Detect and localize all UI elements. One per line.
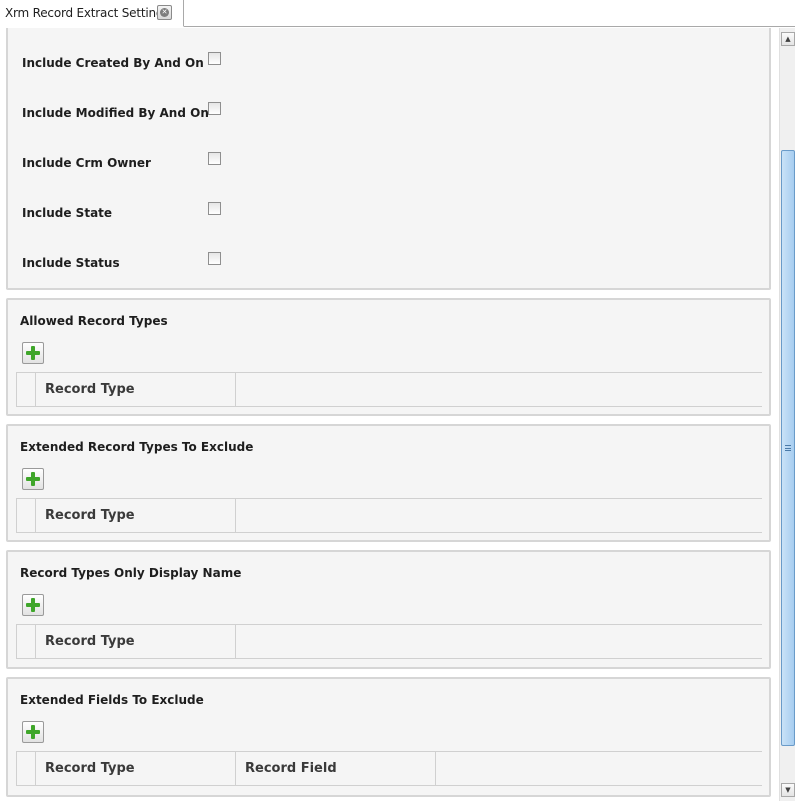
section-title: Record Types Only Display Name xyxy=(20,566,242,580)
record-types-grid-header: Record Type xyxy=(16,498,762,533)
column-header-record-type[interactable]: Record Type xyxy=(36,625,236,658)
tab-title: Xrm Record Extract Settings xyxy=(5,6,170,20)
row-selector-header[interactable] xyxy=(16,373,36,406)
include-status-checkbox[interactable] xyxy=(208,252,221,265)
close-icon[interactable]: ✕ xyxy=(157,5,172,20)
plus-icon xyxy=(26,346,40,360)
extended-record-types-to-exclude-section: Extended Record Types To Exclude Record … xyxy=(6,424,771,542)
plus-icon xyxy=(26,598,40,612)
add-display-name-record-type-button[interactable] xyxy=(22,594,44,616)
include-crm-owner-checkbox[interactable] xyxy=(208,152,221,165)
option-label: Include Modified By And On xyxy=(22,106,209,120)
row-selector-header[interactable] xyxy=(16,499,36,532)
option-include-created-by-and-on: Include Created By And On xyxy=(22,52,322,76)
column-header-record-type[interactable]: Record Type xyxy=(36,752,236,785)
tab-bar: Xrm Record Extract Settings ✕ xyxy=(0,0,795,27)
add-excluded-field-button[interactable] xyxy=(22,721,44,743)
plus-icon xyxy=(26,725,40,739)
option-include-crm-owner: Include Crm Owner xyxy=(22,152,322,176)
row-selector-header[interactable] xyxy=(16,625,36,658)
tab-xrm-record-extract-settings[interactable]: Xrm Record Extract Settings ✕ xyxy=(0,0,184,27)
section-title: Allowed Record Types xyxy=(20,314,168,328)
column-header-record-type[interactable]: Record Type xyxy=(36,373,236,406)
row-selector-header[interactable] xyxy=(16,752,36,785)
vertical-scrollbar[interactable]: ▲ ▼ xyxy=(779,28,795,801)
extended-fields-to-exclude-section: Extended Fields To Exclude Record Type R… xyxy=(6,677,771,797)
scroll-up-arrow-icon[interactable]: ▲ xyxy=(781,32,795,46)
record-types-only-display-name-section: Record Types Only Display Name Record Ty… xyxy=(6,550,771,669)
scroll-down-arrow-icon[interactable]: ▼ xyxy=(781,783,795,797)
record-types-grid-header: Record Type xyxy=(16,372,762,407)
column-header-record-type[interactable]: Record Type xyxy=(36,499,236,532)
add-allowed-record-type-button[interactable] xyxy=(22,342,44,364)
option-include-modified-by-and-on: Include Modified By And On xyxy=(22,102,322,126)
settings-scroll-area: Include Created By And On Include Modifi… xyxy=(0,28,779,801)
fields-grid-header: Record Type Record Field xyxy=(16,751,762,786)
include-created-by-and-on-checkbox[interactable] xyxy=(208,52,221,65)
option-label: Include Status xyxy=(22,256,120,270)
section-title: Extended Record Types To Exclude xyxy=(20,440,254,454)
column-header-record-field[interactable]: Record Field xyxy=(236,752,436,785)
option-label: Include Created By And On xyxy=(22,56,204,70)
option-label: Include State xyxy=(22,206,113,220)
section-title: Extended Fields To Exclude xyxy=(20,693,204,707)
include-options-section: Include Created By And On Include Modifi… xyxy=(6,28,771,290)
include-modified-by-and-on-checkbox[interactable] xyxy=(208,102,221,115)
option-label: Include Crm Owner xyxy=(22,156,151,170)
grip-icon xyxy=(785,445,791,451)
scroll-thumb[interactable] xyxy=(781,150,795,746)
option-include-state: Include State xyxy=(22,202,322,226)
allowed-record-types-section: Allowed Record Types Record Type xyxy=(6,298,771,416)
record-types-grid-header: Record Type xyxy=(16,624,762,659)
plus-icon xyxy=(26,472,40,486)
include-state-checkbox[interactable] xyxy=(208,202,221,215)
option-include-status: Include Status xyxy=(22,252,322,276)
add-excluded-record-type-button[interactable] xyxy=(22,468,44,490)
